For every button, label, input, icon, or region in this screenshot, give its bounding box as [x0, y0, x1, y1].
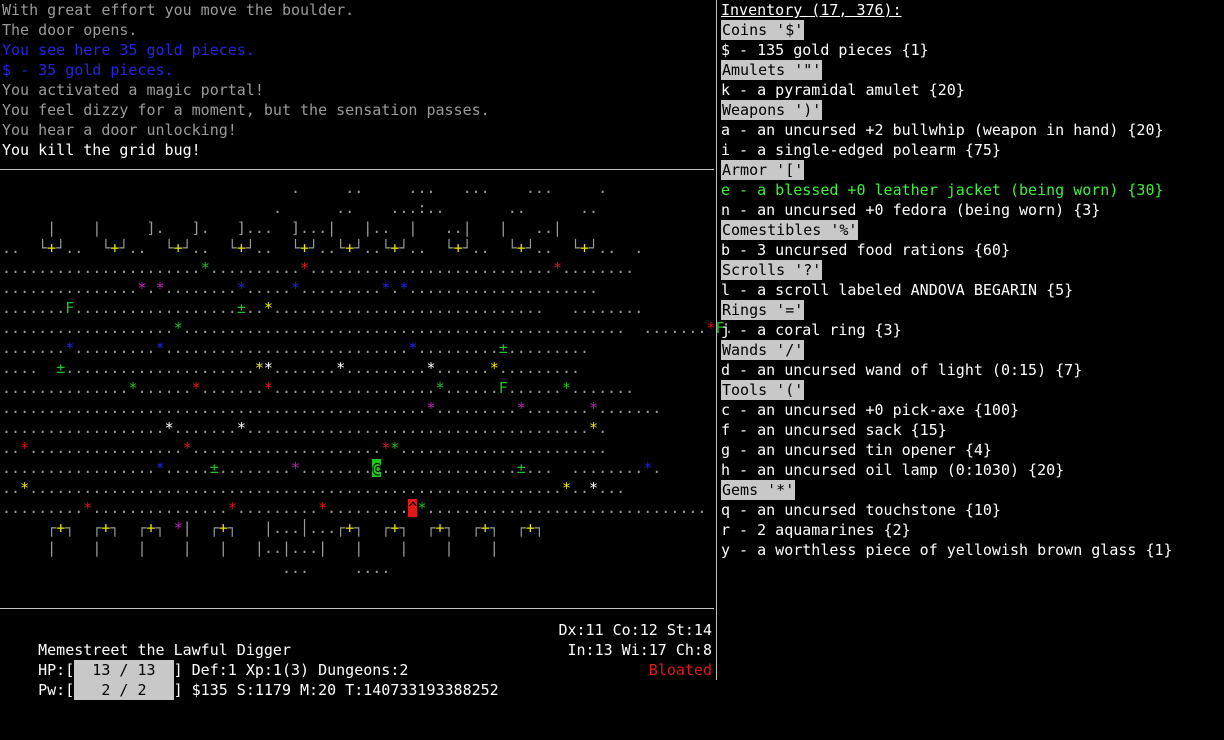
message-line: You hear a door unlocking! — [2, 121, 237, 139]
inventory-item[interactable]: j - a coral ring {3} — [721, 320, 1221, 340]
inventory-item[interactable]: i - a single-edged polearm {75} — [721, 140, 1221, 160]
inventory-category-label: Comestibles '%' — [721, 220, 859, 240]
inventory-category-label: Rings '=' — [721, 300, 805, 320]
lichen-glyph: F — [498, 379, 508, 397]
inventory-category-label: Amulets '"' — [721, 60, 823, 80]
map-row: ......................*..........*......… — [2, 259, 635, 277]
map-row: ..................*.......*.............… — [2, 419, 608, 437]
inventory-item[interactable]: d - an uncursed wand of light (0:15) {7} — [721, 360, 1221, 380]
map-row: .......*.........*......................… — [2, 339, 590, 357]
message-divider — [0, 169, 714, 170]
inventory-category: Weapons ')' — [721, 100, 1221, 120]
map-row: ...................*....................… — [2, 319, 734, 337]
inventory-category: Amulets '"' — [721, 60, 1221, 80]
map-row: ........................................… — [2, 399, 662, 417]
inventory-item[interactable]: $ - 135 gold pieces {1} — [721, 40, 1221, 60]
message-log: With great effort you move the boulder. … — [0, 0, 714, 170]
map-row: .... ±.....................**.......*...… — [2, 359, 580, 377]
map-row: ...............*.*........*.....*.......… — [2, 279, 599, 297]
map-row: .................*.....±........*.......… — [2, 459, 662, 477]
inventory-category: Wands '/' — [721, 340, 1221, 360]
status-panel: Memestreet the Lawful Digger Dx:11 Co:12… — [0, 620, 714, 700]
inventory-list: Coins '$' $ - 135 gold pieces {1} Amulets … — [721, 20, 1221, 560]
pw-bar: 2 / 2 — [74, 680, 174, 700]
pw-label: Pw:[ — [38, 681, 75, 699]
attributes-2: In:13 Wi:17 Ch:8 — [567, 641, 713, 659]
inventory-category: Tools '(' — [721, 380, 1221, 400]
inventory-category-label: Armor '[' — [721, 160, 805, 180]
map-row: | | ]. ]. ]... ]...| |.. | ..| | ..| — [47, 219, 562, 237]
message-line: You see here 35 gold pieces. — [2, 41, 255, 59]
hunger-status: Bloated — [648, 661, 712, 679]
map-row: . .. ... ... ... . — [291, 179, 608, 197]
message-line: $ - 35 gold pieces. — [2, 61, 174, 79]
status-row-2: HP:[ 13 / 13 ] Def:1 Xp:1(3) Dungeons:2 … — [0, 640, 714, 680]
inventory-divider — [716, 0, 717, 680]
message-line: The door opens. — [2, 21, 138, 39]
inventory-category-label: Wands '/' — [721, 340, 805, 360]
map-row: ..............*......*.......*..........… — [2, 379, 635, 397]
map-row: .........*...............*.........*....… — [2, 499, 707, 517]
inventory-category-label: Coins '$' — [721, 20, 805, 40]
inventory-category: Rings '=' — [721, 300, 1221, 320]
message-line: You kill the grid bug! — [2, 141, 201, 159]
inventory-item[interactable]: r - 2 aquamarines {2} — [721, 520, 1221, 540]
map-row: ..*.................*...................… — [2, 439, 608, 457]
map-row: ..*.....................................… — [2, 479, 626, 497]
inventory-category-label: Weapons ')' — [721, 100, 823, 120]
message-line: You feel dizzy for a moment, but the sen… — [2, 101, 490, 119]
map-row: . .. ...:.. .. .. — [272, 199, 599, 217]
status-row-3: Pw:[ 2 / 2 ] $135 S:1179 M:20 T:14073319… — [0, 660, 714, 700]
inventory-item[interactable]: a - an uncursed +2 bullwhip (weapon in h… — [721, 120, 1221, 140]
inventory-category-label: Gems '*' — [721, 480, 796, 500]
inventory-item[interactable]: l - a scroll labeled ANDOVA BEGARIN {5} — [721, 280, 1221, 300]
map-row: .......F..................±..*..........… — [2, 299, 644, 317]
inventory-item[interactable]: f - an uncursed sack {15} — [721, 420, 1221, 440]
inventory-category-label: Scrolls '?' — [721, 260, 823, 280]
dungeon-map[interactable]: . .. ... ... ... . . .. ...:.. .. .. | |… — [0, 178, 734, 598]
inventory-category: Armor '[' — [721, 160, 1221, 180]
inventory-item[interactable]: c - an uncursed +0 pick-axe {100} — [721, 400, 1221, 420]
inventory-item[interactable]: b - 3 uncursed food rations {60} — [721, 240, 1221, 260]
inventory-category-label: Tools '(' — [721, 380, 805, 400]
pw-rest: ] $135 S:1179 M:20 T:140733193388252 — [173, 681, 499, 699]
inventory-item[interactable]: q - an uncursed touchstone {10} — [721, 500, 1221, 520]
map-row: ... .... — [281, 559, 391, 577]
inventory-item[interactable]: e - a blessed +0 leather jacket (being w… — [721, 180, 1221, 200]
inventory-category: Gems '*' — [721, 480, 1221, 500]
status-row-1: Memestreet the Lawful Digger Dx:11 Co:12… — [0, 620, 714, 659]
message-line: You activated a magic portal! — [2, 81, 264, 99]
inventory-category: Scrolls '?' — [721, 260, 1221, 280]
inventory-item[interactable]: n - an uncursed +0 fedora (being worn) {… — [721, 200, 1221, 220]
inventory-item[interactable]: y - a worthless piece of yellowish brown… — [721, 540, 1221, 560]
inventory-item[interactable]: h - an uncursed oil lamp (0:1030) {20} — [721, 460, 1221, 480]
player-glyph: @ — [372, 459, 382, 477]
inventory-panel: Inventory (17, 376): Coins '$' $ - 135 go… — [721, 0, 1221, 560]
inventory-item[interactable]: g - an uncursed tin opener {4} — [721, 440, 1221, 460]
message-line: With great effort you move the boulder. — [2, 1, 355, 19]
inventory-category: Coins '$' — [721, 20, 1221, 40]
inventory-item[interactable]: k - a pyramidal amulet {20} — [721, 80, 1221, 100]
inventory-category: Comestibles '%' — [721, 220, 1221, 240]
lichen-glyph: F — [65, 299, 75, 317]
inventory-title: Inventory (17, 376): — [721, 1, 902, 19]
attributes-1: Dx:11 Co:12 St:14 — [558, 621, 712, 639]
map-row: | | | | | |..|...| | | | | — [47, 539, 499, 557]
map-row: ┌+┐ ┌+┐ ┌+┐ *| ┌+┐ |...│...┌+┐ ┌+┐ ┌+┐ ┌… — [47, 519, 544, 537]
status-divider — [0, 608, 714, 609]
map-row: .. └+┘.. └+┘.. └+┘.. └+┘.. └+┘..└+┘..└+┘… — [2, 239, 644, 257]
